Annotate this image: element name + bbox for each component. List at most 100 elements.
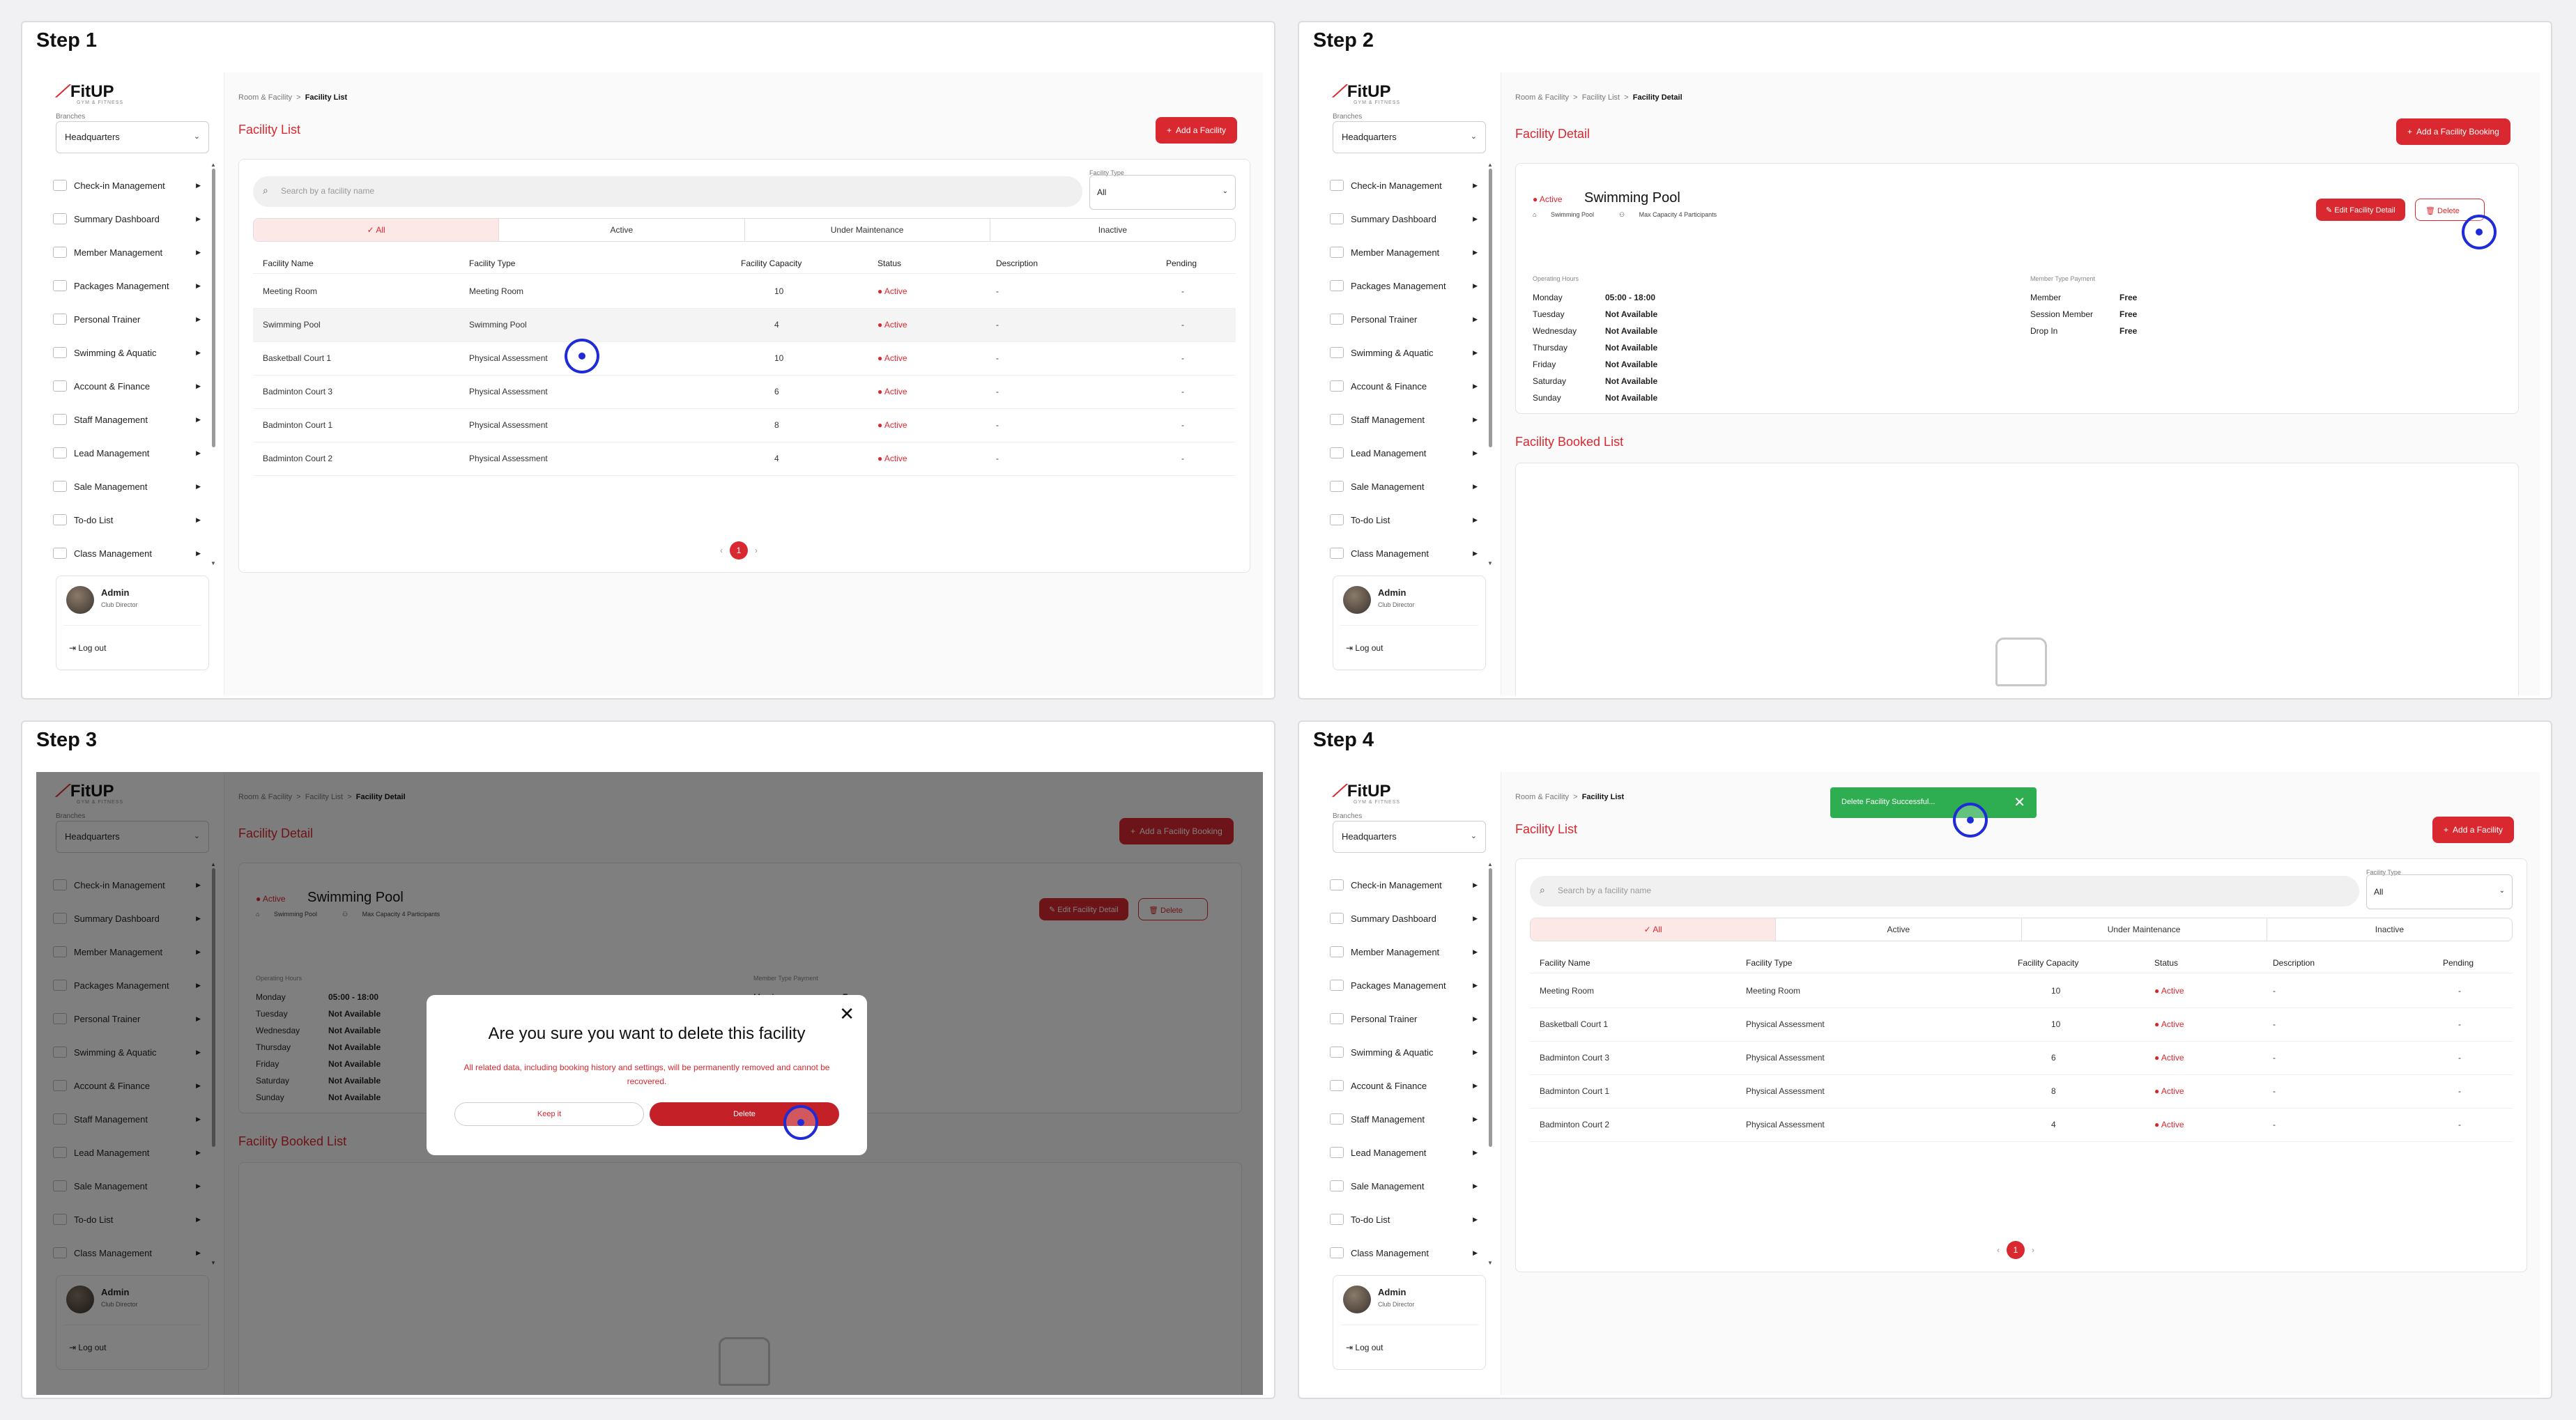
sidebar-item[interactable]: To-do List▶ bbox=[1330, 503, 1482, 537]
sidebar-item[interactable]: To-do List▶ bbox=[1330, 1203, 1482, 1236]
column-header[interactable]: Description bbox=[2273, 958, 2315, 968]
column-header[interactable]: Status bbox=[2154, 958, 2178, 968]
sidebar-scrollbar[interactable] bbox=[1489, 868, 1492, 1147]
table-row[interactable]: Basketball Court 1 Physical Assessment 1… bbox=[1530, 1008, 2513, 1042]
sidebar-item[interactable]: Swimming & Aquatic▶ bbox=[53, 336, 205, 369]
sidebar-item[interactable]: Sale Management▶ bbox=[1330, 1169, 1482, 1203]
table-row[interactable]: Badminton Court 2 Physical Assessment 4 … bbox=[253, 442, 1236, 476]
search-input[interactable]: ⌕ Search by a facility name bbox=[1530, 876, 2359, 906]
sidebar-item[interactable]: Check-in Management▶ bbox=[53, 169, 205, 202]
tab-inactive[interactable]: Inactive bbox=[990, 219, 1235, 241]
sidebar-item[interactable]: Swimming & Aquatic▶ bbox=[1330, 1035, 1482, 1069]
tab-under-maintenance[interactable]: Under Maintenance bbox=[745, 219, 990, 241]
column-header[interactable]: Status bbox=[877, 258, 901, 268]
sidebar-item[interactable]: Account & Finance▶ bbox=[1330, 369, 1482, 403]
table-row[interactable]: Swimming Pool Swimming Pool 4 ● Active -… bbox=[253, 309, 1236, 342]
logout-button[interactable]: ⇥ Log out bbox=[1346, 1343, 1383, 1352]
breadcrumb-link[interactable]: Facility List bbox=[1582, 93, 1620, 102]
table-row[interactable]: Badminton Court 2 Physical Assessment 4 … bbox=[1530, 1109, 2513, 1142]
tab-under-maintenance[interactable]: Under Maintenance bbox=[2022, 918, 2267, 941]
tab-active[interactable]: Active bbox=[1776, 918, 2022, 941]
page-number[interactable]: 1 bbox=[730, 541, 748, 559]
column-header[interactable]: Pending bbox=[1166, 258, 1197, 268]
tab-inactive[interactable]: Inactive bbox=[2267, 918, 2512, 941]
breadcrumb-link[interactable]: Room & Facility bbox=[238, 93, 292, 102]
facility-type-select[interactable]: All ⌄ bbox=[1089, 175, 1236, 210]
sidebar-item[interactable]: Summary Dashboard▶ bbox=[1330, 202, 1482, 236]
table-row[interactable]: Basketball Court 1 Physical Assessment 1… bbox=[253, 342, 1236, 376]
branch-select[interactable]: Headquarters⌄ bbox=[56, 121, 209, 153]
sidebar-scrollbar[interactable] bbox=[212, 169, 215, 447]
edit-facility-button[interactable]: ✎ Edit Facility Detail bbox=[2316, 199, 2405, 221]
column-header[interactable]: Facility Name bbox=[263, 258, 314, 268]
sidebar-item[interactable]: Sale Management▶ bbox=[53, 470, 205, 503]
table-row[interactable]: Meeting Room Meeting Room 10 ● Active - … bbox=[1530, 975, 2513, 1008]
sidebar-item[interactable]: Summary Dashboard▶ bbox=[1330, 902, 1482, 935]
sidebar-item[interactable]: Class Management▶ bbox=[1330, 1236, 1482, 1269]
sidebar-item[interactable]: Packages Management▶ bbox=[1330, 269, 1482, 302]
sidebar-item[interactable]: To-do List▶ bbox=[53, 503, 205, 537]
tab-active[interactable]: Active bbox=[499, 219, 745, 241]
sidebar-item[interactable]: Staff Management▶ bbox=[53, 403, 205, 436]
scroll-down-icon[interactable]: ▼ bbox=[1487, 560, 1493, 566]
sidebar-item[interactable]: Member Management▶ bbox=[1330, 236, 1482, 269]
sidebar-item[interactable]: Check-in Management▶ bbox=[1330, 868, 1482, 902]
add-facility-button[interactable]: + Add a Facility bbox=[1156, 117, 1238, 144]
add-booking-button[interactable]: + Add a Facility Booking bbox=[2396, 118, 2510, 145]
sidebar-item[interactable]: Sale Management▶ bbox=[1330, 470, 1482, 503]
breadcrumb-link[interactable]: Room & Facility bbox=[1515, 93, 1569, 102]
prev-page-icon[interactable]: ‹ bbox=[1997, 1245, 2000, 1255]
sidebar-item[interactable]: Check-in Management▶ bbox=[1330, 169, 1482, 202]
sidebar-item[interactable]: Account & Finance▶ bbox=[1330, 1069, 1482, 1102]
sidebar-item[interactable]: Summary Dashboard▶ bbox=[53, 202, 205, 236]
column-header[interactable]: Description bbox=[996, 258, 1038, 268]
logout-button[interactable]: ⇥ Log out bbox=[69, 643, 106, 653]
sidebar-item[interactable]: Class Management▶ bbox=[53, 537, 205, 570]
column-header[interactable]: Facility Capacity bbox=[741, 258, 802, 268]
sidebar-item[interactable]: Packages Management▶ bbox=[53, 269, 205, 302]
sidebar-item[interactable]: Staff Management▶ bbox=[1330, 403, 1482, 436]
column-header[interactable]: Facility Name bbox=[1540, 958, 1590, 968]
branch-select[interactable]: Headquarters⌄ bbox=[1333, 821, 1486, 853]
next-page-icon[interactable]: › bbox=[755, 546, 758, 555]
sidebar-scrollbar[interactable] bbox=[1489, 169, 1492, 447]
sidebar-item[interactable]: Class Management▶ bbox=[1330, 537, 1482, 570]
column-header[interactable]: Facility Type bbox=[469, 258, 515, 268]
scroll-down-icon[interactable]: ▼ bbox=[210, 560, 216, 566]
facility-type-select[interactable]: All ⌄ bbox=[2366, 874, 2513, 909]
tab-all[interactable]: ✓ All bbox=[1531, 918, 1777, 941]
scroll-up-icon[interactable]: ▲ bbox=[1487, 861, 1493, 867]
column-header[interactable]: Facility Type bbox=[1746, 958, 1792, 968]
sidebar-item[interactable]: Lead Management▶ bbox=[1330, 1136, 1482, 1169]
breadcrumb-link[interactable]: Room & Facility bbox=[1515, 793, 1569, 801]
sidebar-item[interactable]: Personal Trainer▶ bbox=[1330, 1002, 1482, 1035]
tab-all[interactable]: ✓ All bbox=[254, 219, 500, 241]
scroll-down-icon[interactable]: ▼ bbox=[1487, 1260, 1493, 1266]
branch-select[interactable]: Headquarters⌄ bbox=[1333, 121, 1486, 153]
column-header[interactable]: Facility Capacity bbox=[2018, 958, 2078, 968]
sidebar-item[interactable]: Staff Management▶ bbox=[1330, 1102, 1482, 1136]
sidebar-item[interactable]: Lead Management▶ bbox=[1330, 436, 1482, 470]
search-input[interactable]: ⌕ Search by a facility name bbox=[253, 176, 1082, 207]
close-icon[interactable]: ✕ bbox=[839, 1003, 854, 1025]
sidebar-item[interactable]: Swimming & Aquatic▶ bbox=[1330, 336, 1482, 369]
scroll-up-icon[interactable]: ▲ bbox=[1487, 162, 1493, 168]
table-row[interactable]: Badminton Court 1 Physical Assessment 8 … bbox=[1530, 1075, 2513, 1109]
prev-page-icon[interactable]: ‹ bbox=[720, 546, 723, 555]
sidebar-item[interactable]: Personal Trainer▶ bbox=[53, 302, 205, 336]
table-row[interactable]: Badminton Court 3 Physical Assessment 6 … bbox=[1530, 1042, 2513, 1075]
page-number[interactable]: 1 bbox=[2007, 1241, 2025, 1259]
next-page-icon[interactable]: › bbox=[2032, 1245, 2034, 1255]
sidebar-item[interactable]: Packages Management▶ bbox=[1330, 968, 1482, 1002]
sidebar-item[interactable]: Personal Trainer▶ bbox=[1330, 302, 1482, 336]
table-row[interactable]: Badminton Court 1 Physical Assessment 8 … bbox=[253, 409, 1236, 442]
logout-button[interactable]: ⇥ Log out bbox=[1346, 643, 1383, 653]
table-row[interactable]: Meeting Room Meeting Room 10 ● Active - … bbox=[253, 275, 1236, 309]
add-facility-button[interactable]: + Add a Facility bbox=[2432, 817, 2515, 843]
sidebar-item[interactable]: Member Management▶ bbox=[1330, 935, 1482, 968]
sidebar-item[interactable]: Lead Management▶ bbox=[53, 436, 205, 470]
close-icon[interactable]: ✕ bbox=[2014, 794, 2025, 811]
scroll-up-icon[interactable]: ▲ bbox=[210, 162, 216, 168]
table-row[interactable]: Badminton Court 3 Physical Assessment 6 … bbox=[253, 376, 1236, 409]
sidebar-item[interactable]: Account & Finance▶ bbox=[53, 369, 205, 403]
